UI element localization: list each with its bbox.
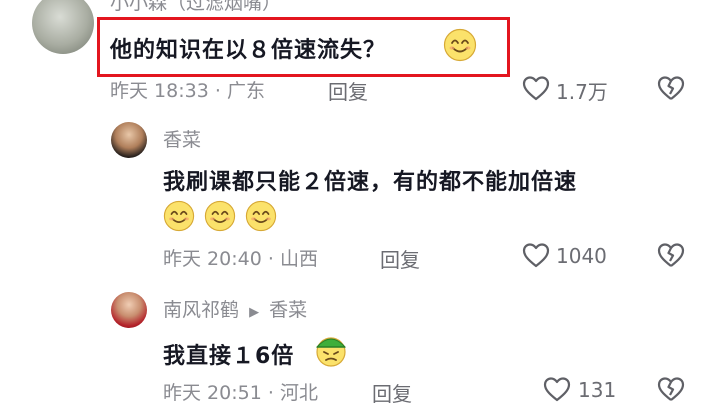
comment-meta: 昨天 20:40 · 山西	[163, 244, 318, 271]
comment-location: 河北	[279, 382, 318, 404]
meta-separator: ·	[267, 248, 274, 270]
avatar[interactable]	[32, 0, 94, 54]
dislike-broken-heart-icon[interactable]	[657, 376, 685, 402]
avatar[interactable]	[111, 122, 147, 158]
reply-to-username[interactable]: 香菜	[269, 299, 307, 321]
green-hat-face-emoji-icon	[315, 337, 347, 367]
comment-time: 昨天 20:40	[163, 248, 262, 270]
comment-username[interactable]: 香菜	[163, 125, 201, 152]
smiling-face-emoji-icon	[246, 200, 277, 232]
reply-arrow-icon: ▶	[249, 305, 260, 320]
smiling-face-emoji-icon	[204, 200, 236, 232]
comment-time: 昨天 18:33	[110, 80, 209, 102]
comment-meta: 昨天 18:33 · 广东	[110, 76, 265, 103]
meta-separator: ·	[214, 80, 221, 102]
avatar[interactable]	[111, 292, 147, 328]
heart-icon[interactable]	[522, 75, 550, 101]
smiling-face-emoji-icon	[443, 28, 477, 62]
comment-username[interactable]: 南风祁鹤	[163, 299, 239, 321]
like-count: 1040	[556, 244, 607, 268]
comment-username[interactable]: 小小森（过滤烟嘴）	[110, 0, 281, 15]
dislike-broken-heart-icon[interactable]	[657, 242, 685, 268]
dislike-broken-heart-icon[interactable]	[657, 75, 685, 101]
reply-button[interactable]: 回复	[380, 244, 420, 273]
comment-location: 山西	[279, 248, 318, 270]
like-count: 131	[578, 378, 617, 402]
comment-text: 我直接１6倍	[163, 338, 294, 370]
reply-button[interactable]: 回复	[372, 378, 412, 407]
comment-text: 我刷课都只能２倍速，有的都不能加倍速	[163, 170, 578, 195]
meta-separator: ·	[267, 382, 274, 404]
comment-text-content: 他的知识在以８倍速流失？	[110, 38, 387, 63]
like-count: 1.7万	[556, 80, 608, 104]
heart-icon[interactable]	[543, 376, 571, 402]
comment-meta: 昨天 20:51 · 河北	[163, 378, 318, 405]
comment-text-content: 我直接１6倍	[163, 344, 295, 369]
reply-button[interactable]: 回复	[328, 76, 368, 105]
comment-time: 昨天 20:51	[163, 382, 262, 404]
heart-icon[interactable]	[522, 242, 550, 268]
emoji-row	[163, 200, 277, 232]
comment-text: 他的知识在以８倍速流失？	[110, 32, 386, 64]
comment-location: 广东	[226, 80, 265, 102]
smiling-face-emoji-icon	[163, 200, 195, 232]
reply-header: 南风祁鹤 ▶ 香菜	[163, 295, 307, 322]
